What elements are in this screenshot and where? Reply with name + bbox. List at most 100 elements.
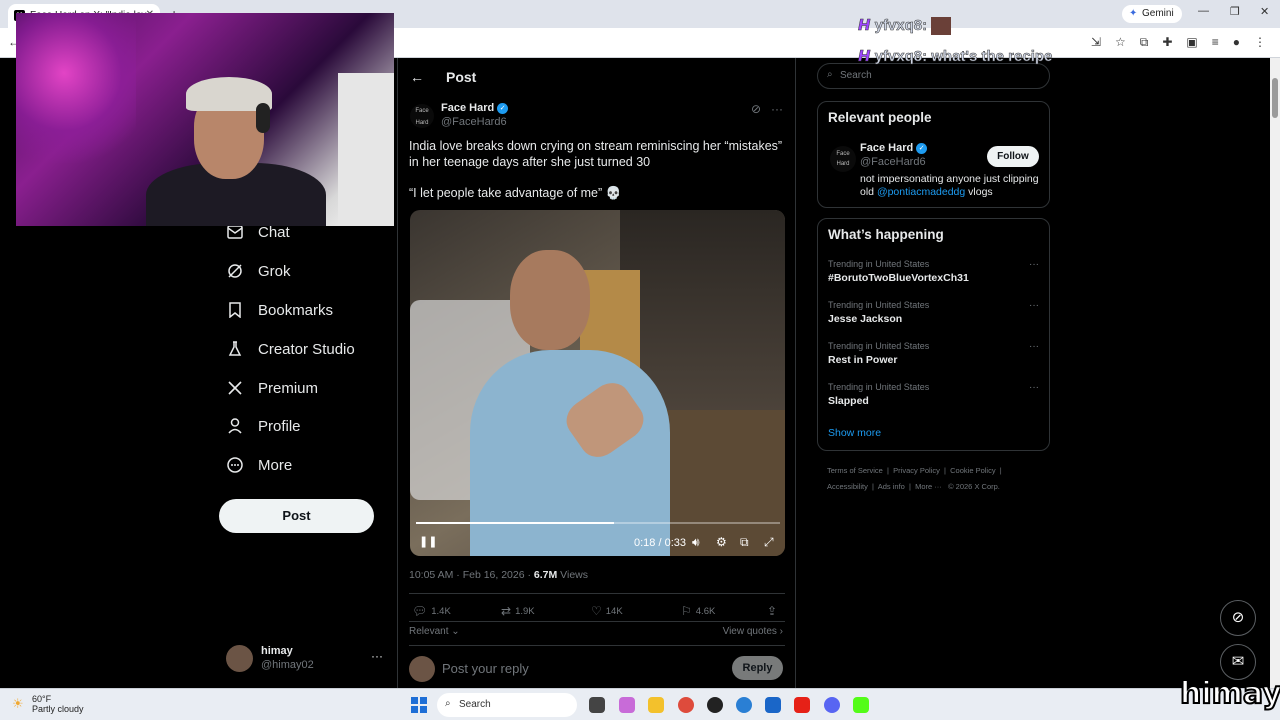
whats-happening-card: What’s happening Trending in United Stat… — [817, 218, 1050, 451]
reply-action[interactable]: 💬︎ 1.4K — [412, 604, 451, 618]
nav-premium[interactable]: Premium — [226, 373, 318, 403]
whats-happening-title: What’s happening — [828, 227, 944, 242]
trend-item[interactable]: Trending in United States Rest in Power … — [828, 341, 1041, 375]
footer-link[interactable]: Accessibility — [827, 482, 868, 491]
share-action[interactable]: ⇪ — [767, 604, 777, 618]
grok-explain-icon[interactable]: ⊘ — [751, 102, 761, 116]
post-more-icon[interactable]: ··· — [771, 102, 783, 116]
relevant-name[interactable]: Face Hard ✓ — [860, 142, 928, 154]
settings-gear-icon[interactable]: ⚙ — [716, 535, 727, 549]
reply-sort-dropdown[interactable]: Relevant ⌄ — [409, 626, 460, 637]
like-action[interactable]: ♡ 14K — [591, 604, 623, 618]
install-icon[interactable]: ⇲ — [1091, 35, 1101, 50]
messages-fab-icon[interactable]: ✉ — [1220, 644, 1256, 680]
youtube-icon[interactable] — [794, 697, 810, 713]
footer-link[interactable]: Cookie Policy — [950, 466, 995, 475]
extension-icon[interactable]: ⧉ — [1140, 35, 1149, 50]
account-more-icon[interactable]: ··· — [371, 649, 383, 663]
author-handle[interactable]: @FaceHard6 — [441, 116, 507, 128]
gemini-button[interactable]: Gemini — [1122, 5, 1182, 23]
relevant-avatar[interactable]: Face Hard — [830, 146, 856, 172]
trend-item[interactable]: Trending in United States Jesse Jackson … — [828, 300, 1041, 334]
copilot-icon[interactable] — [619, 697, 635, 713]
like-count: 14K — [605, 605, 623, 617]
nav-bookmarks[interactable]: Bookmarks — [226, 295, 333, 325]
discord-icon[interactable] — [824, 697, 840, 713]
repost-count: 1.9K — [515, 605, 535, 617]
file-explorer-icon[interactable] — [648, 697, 664, 713]
windows-start-icon[interactable] — [411, 697, 427, 713]
bookmark-outline-icon: ⚐ — [681, 604, 692, 618]
avatar — [226, 645, 253, 672]
volume-icon[interactable]: 🔊︎ — [692, 535, 700, 550]
chat-username: yfvxq8: — [874, 17, 928, 35]
fullscreen-icon[interactable]: ⤢ — [764, 535, 774, 550]
trend-more-icon[interactable]: ··· — [1029, 300, 1039, 311]
footer-link[interactable]: Privacy Policy — [893, 466, 940, 475]
video-progress-bar[interactable] — [416, 522, 780, 524]
relevant-handle[interactable]: @FaceHard6 — [860, 156, 926, 168]
reply-button[interactable]: Reply — [732, 656, 783, 680]
account-switcher[interactable]: himay @himay02 ··· — [226, 643, 386, 675]
verified-badge-icon: ✓ — [916, 142, 928, 154]
page-scrollbar[interactable] — [1270, 58, 1280, 688]
taskbar-search[interactable]: ⌕ Search — [437, 693, 577, 717]
maximize-icon[interactable]: ❐ — [1230, 5, 1240, 18]
nav-more[interactable]: More — [226, 450, 292, 480]
obs-icon[interactable] — [707, 697, 723, 713]
weather-condition: Partly cloudy — [32, 704, 84, 714]
sidebar-icon[interactable]: ▣ — [1186, 35, 1197, 50]
search-input[interactable]: ⌕ Search — [817, 63, 1050, 89]
author-name-text: Face Hard — [441, 102, 495, 114]
video-player[interactable]: ❚❚ 0:18 / 0:33 🔊︎ ⚙ ⧉ ⤢ — [410, 210, 785, 556]
view-quotes-link[interactable]: View quotes › — [723, 626, 783, 637]
footer-link[interactable]: More ··· — [915, 482, 942, 491]
footer-link[interactable]: Terms of Service — [827, 466, 883, 475]
profile-icon[interactable]: ● — [1233, 35, 1240, 50]
views-count: 6.7M — [533, 569, 558, 581]
trend-item[interactable]: Trending in United States Slapped ··· — [828, 382, 1041, 416]
trend-more-icon[interactable]: ··· — [1029, 382, 1039, 393]
close-window-icon[interactable]: ✕ — [1260, 5, 1269, 18]
trend-item[interactable]: Trending in United States #BorutoTwoBlue… — [828, 259, 1041, 293]
tab-search-icon[interactable]: ≡ — [1212, 35, 1219, 50]
browser-menu-icon[interactable]: ⋮ — [1254, 35, 1266, 50]
store-icon[interactable] — [765, 697, 781, 713]
account-name: himay — [261, 645, 293, 657]
edge-icon[interactable] — [736, 697, 752, 713]
follow-button[interactable]: Follow — [987, 146, 1039, 167]
show-more-link[interactable]: Show more — [828, 427, 881, 439]
author-name[interactable]: Face Hard ✓ — [441, 102, 509, 114]
footer-link[interactable]: Ads info — [878, 482, 905, 491]
bio-mention-link[interactable]: @pontiacmadeddg — [877, 186, 965, 198]
more-circle-icon — [226, 456, 244, 474]
nav-grok[interactable]: Grok — [226, 256, 291, 286]
person-icon — [226, 417, 244, 435]
chat-text: what's the recipe — [931, 48, 1053, 66]
grok-fab-icon[interactable]: ⊘ — [1220, 600, 1256, 636]
weather-widget[interactable]: ☀ 60°F Partly cloudy — [12, 694, 84, 714]
puzzle-icon[interactable]: ✚ — [1162, 35, 1172, 50]
kick-icon[interactable] — [853, 697, 869, 713]
trend-more-icon[interactable]: ··· — [1029, 341, 1039, 352]
minimize-icon[interactable]: — — [1198, 5, 1209, 17]
post-timestamp[interactable]: 10:05 AM · Feb 16, 2026 · — [409, 569, 534, 581]
pip-icon[interactable]: ⧉ — [740, 535, 749, 550]
reply-input[interactable]: Post your reply — [442, 661, 529, 676]
task-view-icon[interactable] — [589, 697, 605, 713]
pause-icon[interactable]: ❚❚ — [419, 535, 437, 548]
author-avatar[interactable]: Face Hard — [410, 104, 434, 128]
video-progress-fill — [416, 522, 615, 524]
star-icon[interactable]: ☆ — [1115, 35, 1126, 50]
nav-creator-studio[interactable]: Creator Studio — [226, 334, 355, 364]
nav-bookmarks-label: Bookmarks — [258, 301, 334, 319]
post-button[interactable]: Post — [219, 499, 374, 533]
repost-action[interactable]: ⇄ 1.9K — [501, 604, 535, 618]
weather-temp: 60°F — [32, 694, 52, 704]
back-arrow-icon[interactable]: ← — [410, 69, 424, 85]
nav-profile[interactable]: Profile — [226, 411, 301, 441]
bookmark-action[interactable]: ⚐ 4.6K — [681, 604, 715, 618]
trend-more-icon[interactable]: ··· — [1029, 259, 1039, 270]
chrome-icon[interactable] — [678, 697, 694, 713]
scrollbar-thumb[interactable] — [1272, 78, 1278, 118]
